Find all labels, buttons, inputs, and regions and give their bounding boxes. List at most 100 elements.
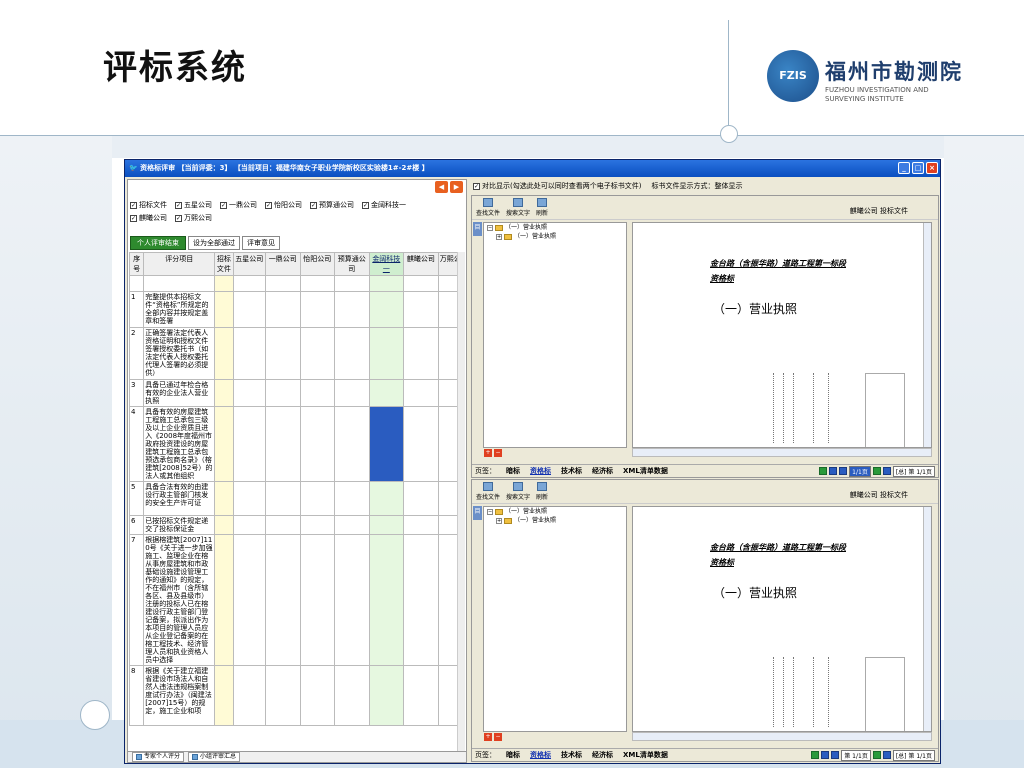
score-cell[interactable] xyxy=(403,481,439,516)
prev-arrow-icon[interactable]: ◀ xyxy=(435,181,448,193)
next-page-icon[interactable] xyxy=(872,467,881,475)
score-cell[interactable] xyxy=(232,406,267,482)
score-cell[interactable] xyxy=(368,327,405,380)
maximize-icon[interactable]: □ xyxy=(912,162,924,174)
close-icon[interactable]: × xyxy=(926,162,938,174)
doc-vertical-scrollbar[interactable] xyxy=(923,223,931,447)
score-cell[interactable] xyxy=(265,379,301,407)
score-cell[interactable] xyxy=(214,515,234,535)
search-text-button[interactable]: 搜索文字 xyxy=(506,198,530,219)
first-page-icon[interactable] xyxy=(821,751,830,759)
score-cell[interactable] xyxy=(265,515,301,535)
score-cell[interactable] xyxy=(299,406,336,482)
score-cell[interactable] xyxy=(403,379,439,407)
score-cell[interactable] xyxy=(299,291,336,328)
score-cell[interactable] xyxy=(334,665,370,726)
page-indicator[interactable]: 1/1页 xyxy=(849,465,871,477)
refresh-button[interactable]: 刷新 xyxy=(536,198,548,219)
score-cell[interactable] xyxy=(334,481,370,516)
tab-expert-score[interactable]: 专家个人评分 xyxy=(132,752,185,762)
score-cell[interactable] xyxy=(299,327,336,380)
score-cell[interactable] xyxy=(232,481,267,516)
prev-page-icon[interactable] xyxy=(831,751,840,759)
score-cell[interactable] xyxy=(403,515,439,535)
collapse-icon[interactable]: − xyxy=(494,449,502,457)
score-cell[interactable] xyxy=(214,406,234,482)
next-arrow-icon[interactable]: ▶ xyxy=(450,181,463,193)
score-cell[interactable] xyxy=(334,291,370,328)
score-cell[interactable] xyxy=(214,665,234,726)
find-file-button[interactable]: 查找文件 xyxy=(476,198,500,219)
score-cell[interactable] xyxy=(403,665,439,726)
company-checkbox[interactable]: ✓ 万熙公司 xyxy=(175,213,212,223)
score-cell[interactable] xyxy=(334,515,370,535)
score-cell[interactable] xyxy=(368,481,405,516)
score-cell[interactable] xyxy=(368,379,405,407)
column-header[interactable]: 五星公司 xyxy=(232,252,267,276)
score-cell[interactable] xyxy=(299,379,336,407)
company-checkbox[interactable]: ✓ 五星公司 xyxy=(175,200,212,210)
tab-economic-bid[interactable]: 经济标 xyxy=(592,750,613,760)
review-opinion-button[interactable]: 评审意见 xyxy=(242,236,280,250)
doc-horizontal-scrollbar[interactable] xyxy=(632,448,932,457)
tab-xml-data[interactable]: XML清单数据 xyxy=(623,466,668,476)
refresh-button[interactable]: 刷新 xyxy=(536,482,548,503)
column-header[interactable]: 一鼎公司 xyxy=(265,252,301,276)
tab-qualification-bid[interactable]: 资格标 xyxy=(530,466,551,476)
score-cell[interactable] xyxy=(214,379,234,407)
score-cell[interactable] xyxy=(403,534,439,666)
company-checkbox[interactable]: ✓ 怡阳公司 xyxy=(265,200,302,210)
tree-node-root[interactable]: − （一）营业执照 xyxy=(484,223,626,232)
find-file-button[interactable]: 查找文件 xyxy=(476,482,500,503)
table-vertical-scrollbar[interactable] xyxy=(457,252,465,757)
score-cell[interactable] xyxy=(214,481,234,516)
first-page-icon[interactable] xyxy=(829,467,838,475)
score-cell[interactable] xyxy=(265,327,301,380)
company-checkbox[interactable]: ✓ 招标文件 xyxy=(130,200,167,210)
next-page-icon[interactable] xyxy=(872,751,881,759)
tab-technical-bid[interactable]: 技术标 xyxy=(561,466,582,476)
score-cell[interactable] xyxy=(265,291,301,328)
score-cell[interactable] xyxy=(265,534,301,666)
score-cell[interactable] xyxy=(214,291,234,328)
page-indicator[interactable]: 第 1/1页 xyxy=(841,749,871,761)
score-cell[interactable] xyxy=(299,481,336,516)
score-cell-selected[interactable] xyxy=(368,406,405,482)
score-cell[interactable] xyxy=(265,665,301,726)
side-tab[interactable]: 目 xyxy=(473,222,482,236)
tree-node-child[interactable]: + （一）营业执照 xyxy=(484,232,626,241)
score-cell[interactable] xyxy=(334,379,370,407)
column-header[interactable]: 麒曦公司 xyxy=(403,252,439,276)
column-header[interactable]: 预算通公司 xyxy=(334,252,370,276)
doc-vertical-scrollbar[interactable] xyxy=(923,507,931,731)
score-cell[interactable] xyxy=(368,291,405,328)
tab-xml-data[interactable]: XML清单数据 xyxy=(623,750,668,760)
column-header-selected[interactable]: 金阔科技一 xyxy=(368,252,405,276)
score-cell[interactable] xyxy=(265,406,301,482)
zoom-icon[interactable] xyxy=(811,751,820,759)
score-cell[interactable] xyxy=(232,665,267,726)
score-cell[interactable] xyxy=(232,291,267,328)
score-cell[interactable] xyxy=(299,515,336,535)
last-page-icon[interactable] xyxy=(882,467,891,475)
score-cell[interactable] xyxy=(299,665,336,726)
score-cell[interactable] xyxy=(334,406,370,482)
search-text-button[interactable]: 搜索文字 xyxy=(506,482,530,503)
score-cell[interactable] xyxy=(265,481,301,516)
score-cell[interactable] xyxy=(334,534,370,666)
score-cell[interactable] xyxy=(368,515,405,535)
score-cell[interactable] xyxy=(214,327,234,380)
expand-icon[interactable]: + xyxy=(484,449,492,457)
company-checkbox[interactable]: ✓ 金阔科技一 xyxy=(362,200,406,210)
score-cell[interactable] xyxy=(232,515,267,535)
company-checkbox[interactable]: ✓ 麒曦公司 xyxy=(130,213,167,223)
tab-economic-bid[interactable]: 经济标 xyxy=(592,466,613,476)
tab-technical-bid[interactable]: 技术标 xyxy=(561,750,582,760)
score-cell[interactable] xyxy=(232,327,267,380)
collapse-icon[interactable]: − xyxy=(494,733,502,741)
side-tab[interactable]: 目 xyxy=(473,506,482,520)
score-cell[interactable] xyxy=(368,665,405,726)
tab-dark-bid[interactable]: 暗标 xyxy=(506,750,520,760)
score-cell[interactable] xyxy=(232,379,267,407)
tab-dark-bid[interactable]: 暗标 xyxy=(506,466,520,476)
